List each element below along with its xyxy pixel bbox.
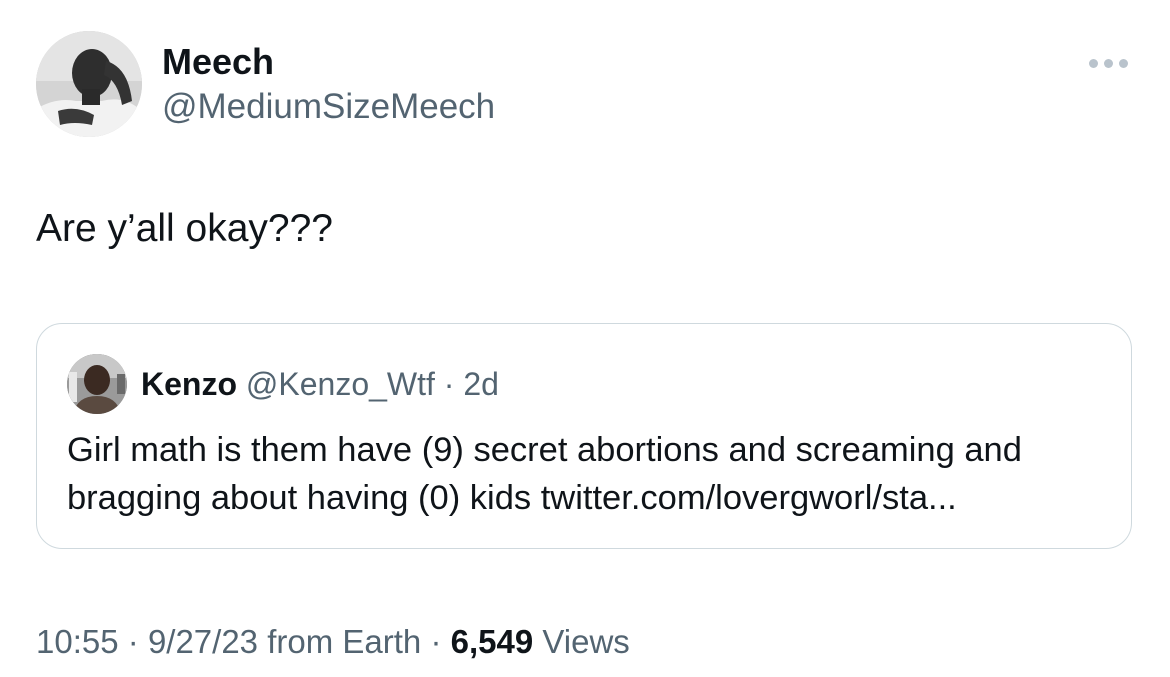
dot — [1118, 58, 1128, 68]
person-photo-icon — [36, 31, 142, 137]
quoted-tweet-line: Girl math is them have (9) secret aborti… — [67, 431, 1022, 469]
quoted-tweet-line: bragging about having (0) kids twitter.c… — [67, 479, 957, 517]
quoted-tweet-header: Kenzo @Kenzo_Wtf · 2d — [141, 362, 499, 406]
quoted-tweet-text: Girl math is them have (9) secret aborti… — [67, 426, 1117, 522]
tweet-footer: 10:55 · 9/27/23 from Earth · 6,549 Views — [36, 616, 630, 668]
quoted-author-handle[interactable]: @Kenzo_Wtf — [246, 366, 435, 402]
person-photo-icon — [67, 354, 127, 414]
tweet-time[interactable]: 10:55 — [36, 623, 119, 660]
tweet-source: from Earth — [267, 623, 422, 660]
author-handle[interactable]: @MediumSizeMeech — [162, 85, 495, 129]
tweet-date[interactable]: 9/27/23 — [148, 623, 258, 660]
dot — [1103, 58, 1113, 68]
meta-separator: · — [443, 366, 455, 402]
footer-separator: · — [127, 623, 139, 660]
quoted-author-name[interactable]: Kenzo — [141, 366, 237, 402]
author-name[interactable]: Meech — [162, 40, 274, 84]
footer-separator: · — [430, 623, 442, 660]
quoted-tweet-card[interactable]: Kenzo @Kenzo_Wtf · 2d Girl math is them … — [36, 323, 1132, 549]
quoted-author-avatar[interactable] — [67, 354, 127, 414]
author-avatar[interactable] — [36, 31, 142, 137]
views-label: Views — [542, 623, 630, 660]
quoted-tweet-age[interactable]: 2d — [463, 366, 499, 402]
tweet-text: Are y’all okay??? — [36, 207, 333, 250]
more-options-icon[interactable] — [1084, 50, 1132, 76]
views-count: 6,549 — [450, 623, 534, 660]
dot — [1088, 58, 1098, 68]
